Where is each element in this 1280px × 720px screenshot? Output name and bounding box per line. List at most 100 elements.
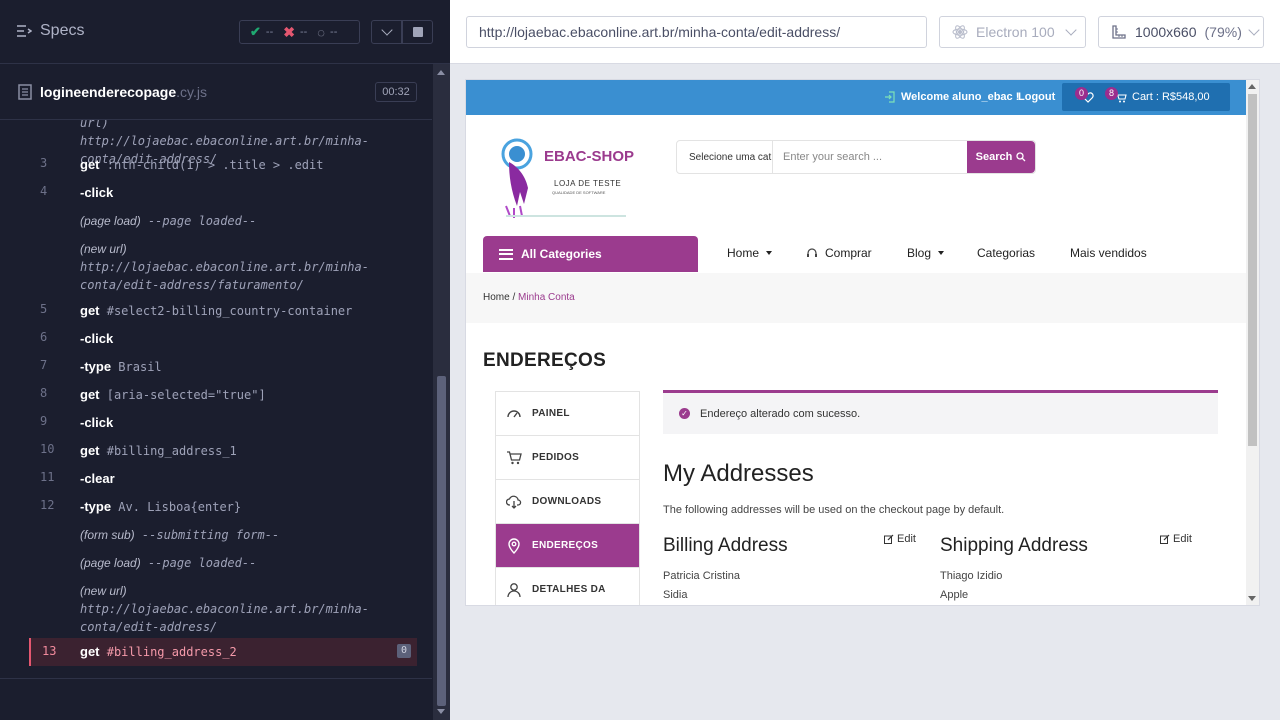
command-name: -click [80, 415, 114, 430]
all-categories-label: All Categories [521, 247, 602, 261]
command-number: 10 [40, 442, 55, 456]
billing-edit-link[interactable]: Edit [884, 533, 916, 545]
addresses-heading: My Addresses [663, 460, 814, 487]
url-bar[interactable]: http://lojaebac.ebaconline.art.br/minha-… [466, 16, 927, 48]
command-body: (new url) http://lojaebac.ebaconline.art… [80, 582, 390, 636]
welcome-message: Welcome aluno_ebac ! [884, 91, 1019, 103]
runner-scrollbar[interactable] [433, 64, 450, 720]
command-row-active[interactable]: 13 get #billing_address_2 0 [29, 638, 417, 666]
nav-categorias[interactable]: Categorias [977, 246, 1035, 260]
wishlist-count-badge: 0 [1075, 87, 1088, 100]
command-number: 4 [40, 184, 48, 198]
cart-bar[interactable]: 0 8 Cart : R$548,00 [1062, 83, 1230, 111]
nav-home[interactable]: Home [727, 246, 773, 260]
search-bar: Selecione uma cat Enter your search ... … [676, 140, 1036, 174]
command-arg: http://lojaebac.ebaconline.art.br/minha-… [80, 602, 369, 634]
command-body: get :nth-child(1) > .title > .edit [80, 156, 390, 174]
command-body: -type Brasil [80, 358, 390, 376]
map-pin-icon [508, 537, 520, 554]
nav-mais-vendidos[interactable]: Mais vendidos [1070, 246, 1147, 260]
ruler-icon [1112, 25, 1126, 39]
command-body: get #select2-billing_country-container [80, 302, 390, 320]
scroll-down-icon[interactable] [437, 709, 445, 714]
command-arg: #billing_address_2 [106, 645, 237, 659]
command-count-badge: 0 [397, 644, 411, 658]
breadcrumb-home[interactable]: Home [483, 292, 510, 303]
command-body: -click [80, 414, 390, 432]
edit-icon [884, 534, 894, 544]
shipping-edit-link[interactable]: Edit [1160, 533, 1192, 545]
shipping-line: Apple [940, 589, 969, 601]
spec-file-row[interactable]: logineenderecopage.cy.js 00:32 [0, 76, 432, 108]
scroll-thumb[interactable] [1248, 94, 1257, 446]
nav-comprar[interactable]: Comprar [806, 246, 872, 260]
pending-count: -- [330, 26, 338, 38]
command-name: (new url) [80, 242, 127, 256]
cart-total: Cart : R$548,00 [1132, 91, 1210, 103]
failed-icon: ✖ [283, 23, 295, 40]
command-body: (new url) http://lojaebac.ebaconline.art… [80, 240, 390, 294]
stop-icon [412, 27, 423, 37]
site-logo[interactable]: EBAC-SHOP LOJA DE TESTE QUALIDADE DE SOF… [496, 136, 636, 220]
command-number: 8 [40, 386, 48, 400]
check-circle-icon: ✓ [679, 408, 690, 419]
search-input[interactable]: Enter your search ... [773, 141, 967, 173]
addresses-description: The following addresses will be used on … [663, 504, 1005, 516]
divider [0, 678, 432, 679]
caret-down-icon [938, 251, 945, 255]
specs-toggle-button[interactable]: Specs [16, 22, 84, 40]
all-categories-button[interactable]: All Categories [483, 236, 698, 272]
browser-selector[interactable]: Electron 100 [939, 16, 1086, 48]
command-arg: http://lojaebac.ebaconline.art.br/minha-… [80, 260, 369, 292]
billing-address-title: Billing Address [663, 535, 788, 556]
search-button[interactable]: Search [967, 141, 1035, 173]
logout-link[interactable]: Logout [1018, 91, 1055, 103]
pending-icon: ◌ [317, 24, 326, 40]
caret-down-icon [766, 251, 773, 255]
scroll-up-icon[interactable] [437, 70, 445, 75]
breadcrumb-bar: Home / Minha Conta [466, 273, 1246, 323]
viewport-size: 1000x660 [1135, 24, 1197, 40]
nav-blog[interactable]: Blog [907, 246, 945, 260]
collapse-button[interactable] [371, 20, 402, 44]
scroll-thumb[interactable] [437, 376, 446, 706]
login-icon [885, 91, 895, 103]
search-category-select[interactable]: Selecione uma cat [677, 141, 773, 173]
command-name: get [80, 387, 100, 402]
command-number: 7 [40, 358, 48, 372]
logo-title: EBAC-SHOP [544, 148, 635, 165]
notice-text: Endereço alterado com sucesso. [700, 407, 861, 420]
spec-duration: 00:32 [375, 82, 417, 102]
cloud-download-icon [506, 495, 522, 509]
command-body: get [aria-selected="true"] [80, 386, 390, 404]
scroll-down-icon[interactable] [1248, 596, 1256, 601]
command-log-panel: Specs ✔ -- ✖ -- ◌ -- logineenderecopage.cy.… [0, 0, 450, 720]
account-nav-enderecos[interactable]: ENDEREÇOS [496, 524, 639, 568]
command-name: (new url) [80, 584, 127, 598]
breadcrumb-current[interactable]: Minha Conta [518, 292, 575, 303]
account-nav-detalhes[interactable]: DETALHES DA [496, 568, 639, 605]
command-arg: [aria-selected="true"] [106, 388, 266, 402]
command-arg: --page loaded-- [147, 556, 257, 570]
command-body: -click [80, 184, 390, 202]
command-list: url) http://lojaebac.ebaconline.art.br/m… [0, 119, 432, 678]
account-nav-painel[interactable]: PAINEL [496, 392, 639, 436]
frame-scrollbar[interactable] [1246, 80, 1259, 605]
scroll-up-icon[interactable] [1248, 84, 1256, 89]
account-nav-downloads[interactable]: DOWNLOADS [496, 480, 639, 524]
command-number: 13 [42, 644, 57, 658]
billing-line: Sidia [663, 589, 688, 601]
command-name: -click [80, 331, 114, 346]
command-number: 5 [40, 302, 48, 316]
cart-icon [507, 450, 522, 464]
specs-list-icon [17, 25, 32, 37]
viewport-selector[interactable]: 1000x660 (79%) [1098, 16, 1264, 48]
account-nav-pedidos[interactable]: PEDIDOS [496, 436, 639, 480]
stop-button[interactable] [402, 20, 433, 44]
search-button-label: Search [975, 151, 1013, 163]
command-arg: #billing_address_1 [106, 444, 237, 458]
command-number: 12 [40, 498, 55, 512]
logo-tagline: QUALIDADE DE SOFTWARE [552, 190, 606, 195]
dashboard-icon [507, 409, 521, 417]
breadcrumb: Home / Minha Conta [483, 292, 575, 303]
